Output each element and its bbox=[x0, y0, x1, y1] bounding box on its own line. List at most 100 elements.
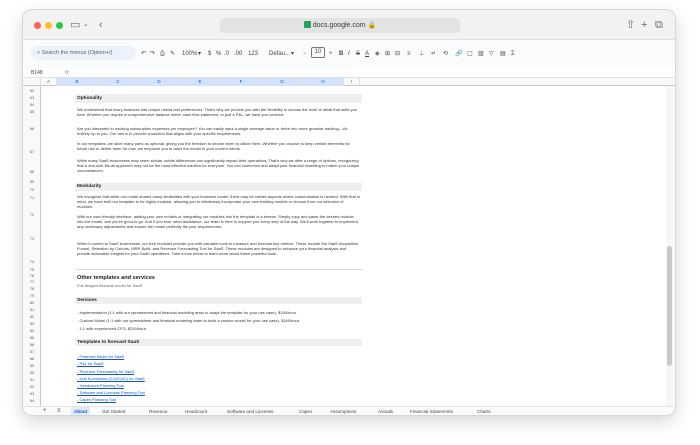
link-icon[interactable]: 🔗 bbox=[455, 50, 462, 58]
increase-decimal-icon[interactable]: .00 bbox=[234, 50, 242, 58]
scrollbar-thumb[interactable] bbox=[667, 246, 672, 366]
row-number[interactable]: 64 bbox=[23, 102, 41, 107]
text-color-icon[interactable]: A bbox=[365, 50, 369, 58]
tab-financial-statements[interactable]: Financial Statements bbox=[410, 407, 453, 415]
filter-views-icon[interactable]: ▤ bbox=[500, 50, 506, 58]
more-formats-button[interactable]: 123 bbox=[248, 50, 258, 58]
name-box[interactable]: B148 bbox=[31, 68, 43, 78]
font-select[interactable]: Defau... bbox=[269, 50, 290, 58]
tab-capex[interactable]: Capex bbox=[299, 407, 312, 415]
all-sheets-icon[interactable]: ≡ bbox=[57, 407, 61, 415]
tab-revenue[interactable]: Revenue bbox=[149, 407, 167, 415]
tab-headcount[interactable]: Headcount bbox=[185, 407, 207, 415]
row-number[interactable]: 89 bbox=[23, 363, 41, 368]
sidebar-icon[interactable]: ▭ bbox=[70, 17, 80, 33]
row-number[interactable]: 63 bbox=[23, 95, 41, 100]
bold-icon[interactable]: B bbox=[339, 50, 343, 58]
row-number[interactable]: 84 bbox=[23, 328, 41, 333]
row-number[interactable]: 94 bbox=[23, 398, 41, 403]
select-all-corner[interactable] bbox=[23, 78, 41, 86]
undo-icon[interactable]: ↶ bbox=[141, 50, 146, 58]
row-number[interactable]: 88 bbox=[23, 356, 41, 361]
tab-get-started[interactable]: Get Started bbox=[102, 407, 126, 415]
row-number[interactable]: 70 bbox=[23, 187, 41, 192]
row-number[interactable]: 69 bbox=[23, 179, 41, 184]
percent-button[interactable]: % bbox=[216, 50, 221, 58]
row-number[interactable]: 67 bbox=[23, 149, 41, 154]
tab-actuals[interactable]: Actuals bbox=[378, 407, 393, 415]
row-number[interactable]: 93 bbox=[23, 391, 41, 396]
row-number[interactable]: 72 bbox=[23, 212, 41, 217]
vertical-scrollbar[interactable] bbox=[666, 86, 673, 406]
tab-overview-icon[interactable]: ⧉ bbox=[655, 17, 663, 33]
column-header[interactable]: A bbox=[41, 78, 57, 86]
row-number[interactable]: 62 bbox=[23, 88, 41, 93]
template-link[interactable]: - Financial Model for SaaS bbox=[77, 354, 124, 359]
row-number[interactable]: 78 bbox=[23, 286, 41, 291]
column-header[interactable]: C bbox=[98, 78, 139, 86]
row-number[interactable]: 74 bbox=[23, 259, 41, 264]
column-header[interactable]: E bbox=[180, 78, 221, 86]
row-number[interactable]: 82 bbox=[23, 314, 41, 319]
zoom-select[interactable]: 100% bbox=[182, 50, 197, 58]
font-size-input[interactable]: 10 bbox=[311, 47, 325, 58]
column-header[interactable]: I bbox=[344, 78, 360, 86]
row-number[interactable]: 73 bbox=[23, 236, 41, 241]
functions-icon[interactable]: Σ bbox=[511, 50, 515, 58]
template-link[interactable]: - Revenue Forecasting for SaaS bbox=[77, 369, 134, 374]
borders-icon[interactable]: ⊞ bbox=[385, 50, 390, 58]
close-window-button[interactable] bbox=[34, 22, 41, 29]
template-link[interactable]: - Headcount Planning Tool bbox=[77, 383, 124, 388]
add-sheet-icon[interactable]: + bbox=[43, 407, 47, 415]
filter-icon[interactable]: ▽ bbox=[489, 50, 494, 58]
row-number[interactable]: 87 bbox=[23, 349, 41, 354]
row-number[interactable]: 91 bbox=[23, 377, 41, 382]
comment-icon[interactable]: ▢ bbox=[467, 50, 473, 58]
template-link[interactable]: - Software and Licenses Planning Tool bbox=[77, 390, 145, 395]
strikethrough-icon[interactable]: S bbox=[356, 50, 360, 58]
currency-button[interactable]: $ bbox=[208, 50, 211, 58]
column-header[interactable]: F bbox=[221, 78, 262, 86]
merge-cells-icon[interactable]: ⊟ bbox=[395, 50, 400, 58]
row-number[interactable]: 83 bbox=[23, 321, 41, 326]
template-link[interactable]: - Capex Planning Tool bbox=[77, 397, 116, 402]
row-number[interactable]: 86 bbox=[23, 342, 41, 347]
row-number[interactable]: 77 bbox=[23, 279, 41, 284]
row-number[interactable]: 85 bbox=[23, 335, 41, 340]
address-bar[interactable]: docs.google.com 🔒 bbox=[220, 18, 460, 33]
new-tab-icon[interactable]: + bbox=[641, 17, 647, 33]
chevron-down-icon[interactable]: ⌄ bbox=[83, 17, 89, 33]
tab-assumptions[interactable]: Assumptions bbox=[330, 407, 356, 415]
template-link[interactable]: - Unit Economics (CLV/CAC) for SaaS bbox=[77, 376, 145, 381]
template-link[interactable]: - P&L for SaaS bbox=[77, 361, 104, 366]
zoom-window-button[interactable] bbox=[56, 22, 63, 29]
back-icon[interactable]: ‹ bbox=[99, 17, 103, 33]
row-number[interactable]: 66 bbox=[23, 126, 41, 131]
minimize-window-button[interactable] bbox=[45, 22, 52, 29]
decrease-font-icon[interactable]: − bbox=[303, 50, 307, 58]
row-number[interactable]: 76 bbox=[23, 273, 41, 278]
text-wrap-icon[interactable]: ↵ bbox=[431, 50, 436, 58]
print-icon[interactable]: ⎙ bbox=[160, 50, 165, 58]
row-number[interactable]: 92 bbox=[23, 384, 41, 389]
row-number[interactable]: 71 bbox=[23, 195, 41, 200]
menu-search-input[interactable]: ⌕ Search the menus (Option+/) bbox=[31, 46, 136, 60]
row-number[interactable]: 79 bbox=[23, 293, 41, 298]
row-number[interactable]: 80 bbox=[23, 300, 41, 305]
horizontal-align-icon[interactable]: ≡ bbox=[407, 50, 411, 58]
tab-about[interactable]: About bbox=[71, 407, 91, 415]
sheet-grid[interactable]: Optionality We understand that every bus… bbox=[41, 86, 675, 406]
chart-icon[interactable]: ▥ bbox=[478, 50, 484, 58]
column-header[interactable]: D bbox=[139, 78, 180, 86]
row-number[interactable]: 90 bbox=[23, 370, 41, 375]
share-icon[interactable]: ⇧ bbox=[626, 17, 635, 33]
column-header[interactable]: B bbox=[57, 78, 98, 86]
column-header[interactable]: G bbox=[262, 78, 303, 86]
paint-format-icon[interactable]: ✎ bbox=[170, 50, 175, 58]
column-header[interactable]: H bbox=[303, 78, 344, 86]
vertical-align-icon[interactable]: ⊥ bbox=[419, 50, 424, 58]
row-number[interactable]: 65 bbox=[23, 109, 41, 114]
tab-software-and-licenses[interactable]: Software and Licenses bbox=[227, 407, 273, 415]
row-number[interactable]: 75 bbox=[23, 267, 41, 272]
italic-icon[interactable]: I bbox=[348, 50, 350, 58]
